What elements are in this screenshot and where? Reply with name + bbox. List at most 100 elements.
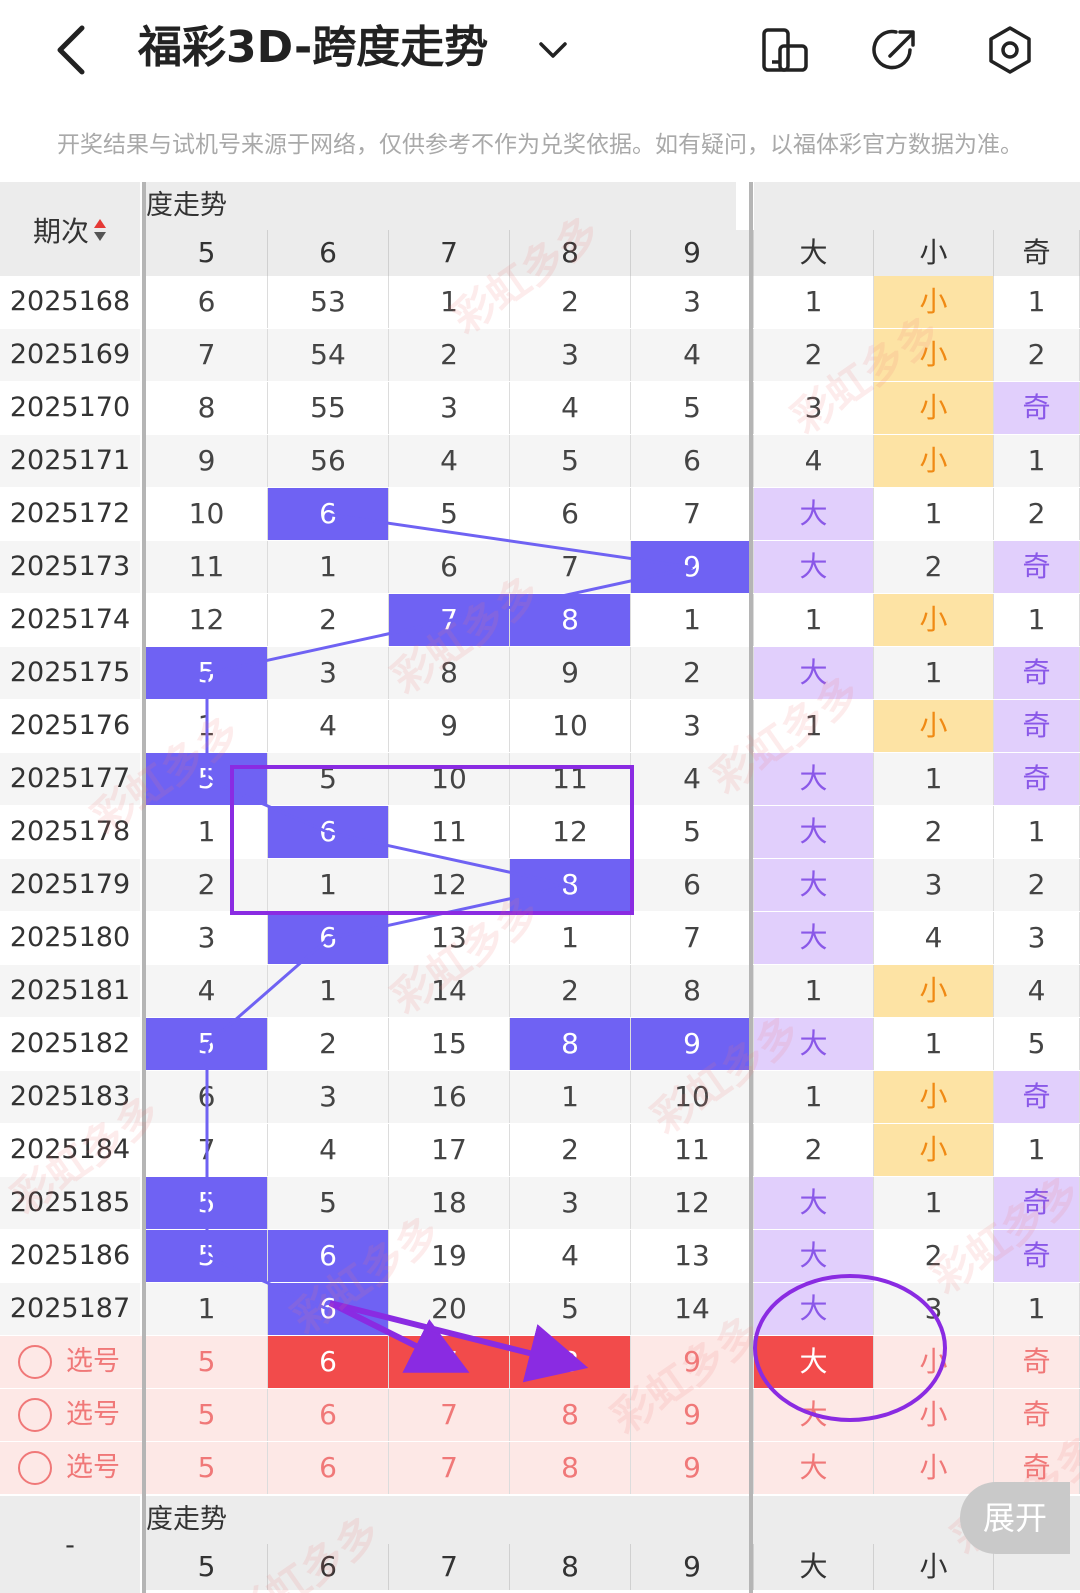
table-cell: 11 — [146, 541, 268, 593]
expand-button[interactable]: 展开 — [960, 1482, 1070, 1554]
pick-cell[interactable]: 9 — [631, 1336, 754, 1388]
issue-number[interactable]: 2025179 — [0, 859, 140, 911]
table-cell: 9 — [389, 700, 510, 752]
issue-number[interactable]: 2025170 — [0, 382, 140, 434]
sort-icon[interactable] — [93, 215, 107, 245]
issue-number[interactable]: 2025186 — [0, 1230, 140, 1282]
table-cell: 1 — [389, 276, 510, 328]
pick-cell[interactable]: 5 — [146, 1442, 268, 1494]
chevron-down-icon[interactable] — [535, 32, 571, 68]
table-cell: 8 — [146, 382, 268, 434]
pick-cell[interactable]: 小 — [874, 1442, 994, 1494]
section-header: 度走势 — [146, 182, 736, 230]
pick-cell[interactable]: 小 — [874, 1336, 994, 1388]
issue-number[interactable]: 2025168 — [0, 276, 140, 328]
issue-number[interactable]: 2025182 — [0, 1018, 140, 1070]
pick-cell[interactable]: 8 — [510, 1389, 631, 1441]
table-cell: 10 — [631, 1071, 754, 1123]
pick-radio[interactable] — [18, 1451, 52, 1485]
column-header[interactable]: 大 — [754, 230, 874, 276]
issue-header[interactable]: 期次 — [0, 182, 140, 277]
issue-number[interactable]: 2025185 — [0, 1177, 140, 1229]
footer-column-header[interactable]: 大 — [754, 1544, 874, 1590]
issue-number[interactable]: 2025174 — [0, 594, 140, 646]
footer-column-header[interactable]: 小 — [874, 1544, 994, 1590]
table-cell: 7 — [631, 488, 754, 540]
page-title[interactable]: 福彩3D-跨度走势 — [138, 18, 488, 78]
rotate-screen-icon[interactable] — [760, 24, 810, 76]
table-cell: 奇 — [994, 1230, 1080, 1282]
table-cell: 小 — [874, 1071, 994, 1123]
table-cell: 1 — [874, 647, 994, 699]
pick-cell[interactable]: 5 — [146, 1336, 268, 1388]
table-cell: 1 — [994, 806, 1080, 858]
column-header[interactable]: 5 — [146, 230, 268, 276]
table-cell: 12 — [631, 1177, 754, 1229]
pick-radio[interactable] — [18, 1398, 52, 1432]
pick-cell[interactable]: 奇 — [994, 1336, 1080, 1388]
pick-cell[interactable]: 7 — [389, 1442, 510, 1494]
footer-column-header[interactable]: 9 — [631, 1544, 754, 1590]
issue-number[interactable]: 2025173 — [0, 541, 140, 593]
pick-cell[interactable]: 7 — [389, 1336, 510, 1388]
table-cell: 6 — [268, 488, 389, 540]
pick-cell[interactable]: 8 — [510, 1336, 631, 1388]
issue-number[interactable]: 2025177 — [0, 753, 140, 805]
pick-label[interactable]: 选号 — [66, 1389, 120, 1441]
table-cell: 6 — [146, 276, 268, 328]
pick-label[interactable]: 选号 — [66, 1442, 120, 1494]
column-header[interactable]: 9 — [631, 230, 754, 276]
footer-column-header[interactable]: 6 — [268, 1544, 389, 1590]
issue-number[interactable]: 2025187 — [0, 1283, 140, 1335]
pick-cell[interactable]: 6 — [268, 1336, 389, 1388]
table-cell: 1 — [874, 1018, 994, 1070]
pick-cell[interactable]: 大 — [754, 1336, 874, 1388]
footer-column-header[interactable]: 8 — [510, 1544, 631, 1590]
issue-number[interactable]: 2025172 — [0, 488, 140, 540]
issue-number[interactable]: 2025181 — [0, 965, 140, 1017]
share-icon[interactable] — [870, 24, 920, 76]
pick-cell[interactable]: 6 — [268, 1389, 389, 1441]
pick-label[interactable]: 选号 — [66, 1336, 120, 1388]
issue-number[interactable]: 2025171 — [0, 435, 140, 487]
settings-icon[interactable] — [985, 24, 1035, 76]
pick-cell[interactable]: 9 — [631, 1442, 754, 1494]
section-divider — [749, 182, 753, 1593]
table-cell: 12 — [146, 594, 268, 646]
footer-column-header[interactable]: 5 — [146, 1544, 268, 1590]
issue-number[interactable]: 2025184 — [0, 1124, 140, 1176]
pick-cell[interactable]: 7 — [389, 1389, 510, 1441]
table-cell: 奇 — [994, 541, 1080, 593]
pick-cell[interactable]: 9 — [631, 1389, 754, 1441]
table-cell: 8 — [631, 965, 754, 1017]
issue-number[interactable]: 2025175 — [0, 647, 140, 699]
issue-number[interactable]: 2025178 — [0, 806, 140, 858]
pick-cell[interactable]: 5 — [146, 1389, 268, 1441]
pick-cell[interactable]: 大 — [754, 1442, 874, 1494]
pick-cell[interactable]: 小 — [874, 1389, 994, 1441]
issue-number[interactable]: 2025176 — [0, 700, 140, 752]
footer-column-header[interactable]: 7 — [389, 1544, 510, 1590]
table-cell: 6 — [146, 1071, 268, 1123]
column-header[interactable]: 8 — [510, 230, 631, 276]
issue-number[interactable]: 2025183 — [0, 1071, 140, 1123]
pick-cell[interactable]: 8 — [510, 1442, 631, 1494]
pick-cell[interactable]: 6 — [268, 1442, 389, 1494]
trend-table[interactable]: 期次 2025168 2025169 2025170 2025171 2025172 20… — [0, 182, 1080, 1593]
issue-number[interactable]: 2025169 — [0, 329, 140, 381]
table-cell: 5 — [268, 753, 389, 805]
table-cell: 6 — [268, 912, 389, 964]
pick-cell[interactable]: 奇 — [994, 1389, 1080, 1441]
column-header[interactable]: 奇 — [994, 230, 1080, 276]
table-cell: 7 — [146, 1124, 268, 1176]
column-header[interactable]: 6 — [268, 230, 389, 276]
pick-cell[interactable]: 大 — [754, 1389, 874, 1441]
back-arrow-icon[interactable] — [50, 22, 100, 78]
column-header[interactable]: 小 — [874, 230, 994, 276]
table-cell: 8 — [510, 859, 631, 911]
pick-radio[interactable] — [18, 1345, 52, 1379]
column-header[interactable]: 7 — [389, 230, 510, 276]
table-cell: 3 — [754, 382, 874, 434]
issue-number[interactable]: 2025180 — [0, 912, 140, 964]
table-cell: 奇 — [994, 753, 1080, 805]
